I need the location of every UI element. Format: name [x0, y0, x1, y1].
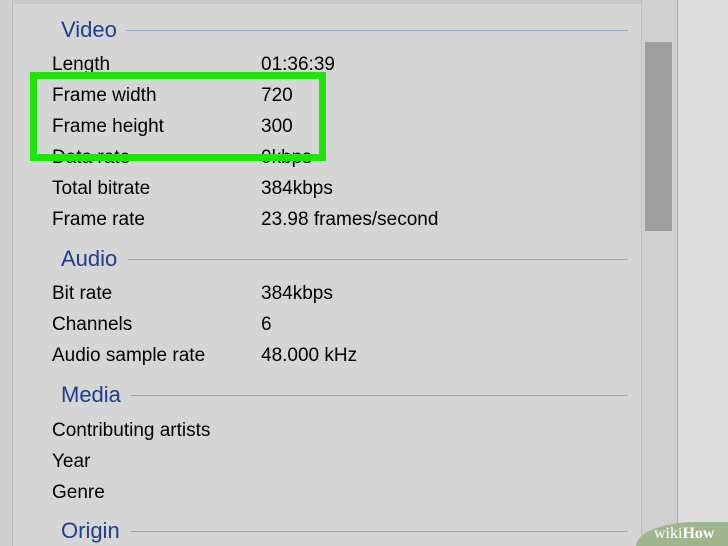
property-label-genre: Genre: [52, 482, 105, 503]
left-edge: [0, 0, 13, 546]
property-value-frame-rate: 23.98 frames/second: [261, 209, 439, 230]
property-label-audio-sample-rate: Audio sample rate: [52, 345, 206, 366]
property-label-contributing-artists: Contributing artists: [52, 420, 211, 441]
property-value-channels: 6: [261, 314, 272, 335]
scrollbar-thumb[interactable]: [645, 42, 672, 231]
top-edge: [0, 0, 645, 4]
properties-details-panel: Video Length 01:36:39 Frame width 720 Fr…: [0, 0, 728, 546]
highlight-box: [30, 72, 326, 161]
window-edge: [677, 0, 728, 546]
section-divider-media: [130, 395, 628, 396]
wikihow-watermark: wikiHow: [654, 525, 714, 543]
property-label-total-bitrate: Total bitrate: [52, 178, 151, 199]
property-value-total-bitrate: 384kbps: [261, 178, 333, 199]
property-value-bit-rate: 384kbps: [261, 283, 333, 304]
property-value-audio-sample-rate: 48.000 kHz: [261, 345, 358, 366]
property-label-channels: Channels: [52, 314, 133, 335]
property-label-year: Year: [52, 451, 91, 472]
property-label-bit-rate: Bit rate: [52, 283, 113, 304]
section-divider-audio: [128, 259, 628, 260]
watermark-part2: How: [682, 525, 715, 542]
section-title-audio: Audio: [61, 246, 118, 271]
section-divider-video: [126, 30, 628, 31]
watermark-part1: wiki: [654, 525, 683, 542]
section-title-media: Media: [61, 382, 121, 407]
section-title-video: Video: [61, 17, 117, 42]
section-divider-origin: [130, 531, 628, 532]
property-label-frame-rate: Frame rate: [52, 209, 145, 230]
section-title-origin: Origin: [61, 518, 120, 543]
